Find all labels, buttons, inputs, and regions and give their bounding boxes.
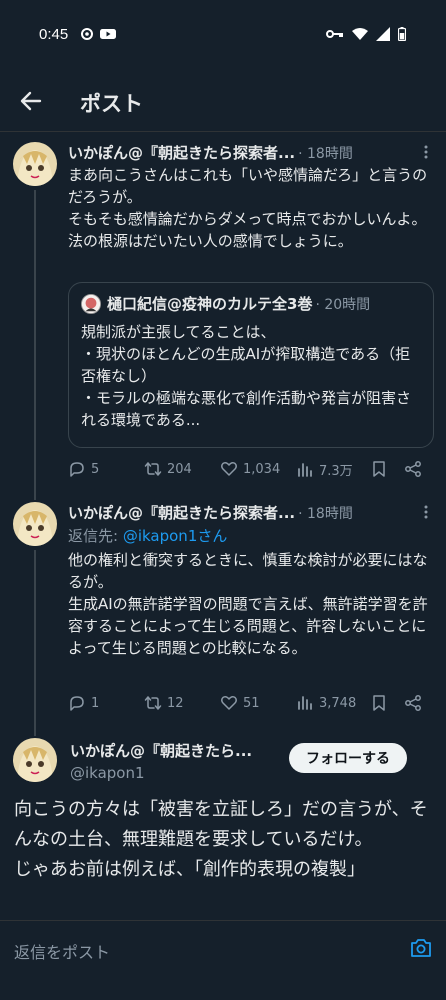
like-count: 1,034 xyxy=(243,461,281,477)
signal-icon xyxy=(376,27,390,41)
view-count: 7.3万 xyxy=(319,464,353,479)
thread-connector xyxy=(34,550,36,724)
share-icon xyxy=(405,695,421,711)
page-title: ポスト xyxy=(80,92,143,116)
key-icon xyxy=(326,30,343,38)
quote-time: · 20時間 xyxy=(315,296,371,313)
replying-to: 返信先: @ikapon1さん xyxy=(68,525,227,546)
repost-count: 12 xyxy=(167,695,184,711)
bookmark-icon xyxy=(373,695,385,711)
main-tweet: いかぽん@『朝起きたら... @ikapon1 フォローする 向こうの方々は「被… xyxy=(0,724,446,920)
views-button[interactable]: 7.3万 xyxy=(296,460,353,479)
like-button[interactable]: 51 xyxy=(220,694,260,712)
quote-tweet-card[interactable]: 樋口紀信@疫神のカルテ全3巻 · 20時間 規制派が主張してることは、 ・現状の… xyxy=(68,282,434,448)
view-count: 3,748 xyxy=(319,695,357,711)
tweet-header: いかぽん@『朝起きたら... xyxy=(70,740,276,761)
avatar-image xyxy=(13,502,57,546)
thread-connector xyxy=(34,190,36,492)
avatar-image xyxy=(13,738,57,782)
avatar-image xyxy=(13,142,57,186)
tweet-header: いかぽん@『朝起きたら探索者... · 18時間 xyxy=(68,142,432,163)
user-handle[interactable]: @ikapon1 xyxy=(70,764,145,782)
thread-tweet-2[interactable]: いかぽん@『朝起きたら探索者... · 18時間 返信先: @ikapon1さん… xyxy=(0,492,446,724)
avatar[interactable] xyxy=(13,142,57,186)
quote-avatar xyxy=(81,293,101,314)
reply-icon xyxy=(70,696,84,711)
threads-icon xyxy=(81,28,93,40)
reply-prefix: 返信先: xyxy=(68,527,123,545)
share-button[interactable] xyxy=(404,460,422,478)
tweet-actions: 1 12 51 3,748 xyxy=(68,694,428,716)
status-bar: 0:45 xyxy=(0,0,446,70)
reply-composer-bar[interactable]: 返信をポスト xyxy=(0,920,446,978)
battery-icon xyxy=(398,27,406,41)
tweet-header: いかぽん@『朝起きたら探索者... · 18時間 xyxy=(68,502,432,523)
thread-connector-top xyxy=(34,492,36,500)
wifi-icon xyxy=(352,28,368,40)
views-icon xyxy=(298,462,312,477)
quote-display-name: 樋口紀信@疫神のカルテ全3巻 xyxy=(107,295,313,313)
status-time: 0:45 xyxy=(39,26,69,43)
follow-button[interactable]: フォローする xyxy=(289,743,407,773)
display-name[interactable]: いかぽん@『朝起きたら探索者... xyxy=(68,142,295,163)
tweet-text: 他の権利と衝突するときに、慎重な検討が必要にはなるが。 生成AIの無許諾学習の問… xyxy=(68,551,428,657)
tweet-time[interactable]: · 18時間 xyxy=(298,503,353,523)
main-tweet-text: 向こうの方々は「被害を立証しろ」だの言うが、そんなの土台、無理難題を要求している… xyxy=(14,799,428,880)
like-icon xyxy=(221,696,237,710)
display-name[interactable]: いかぽん@『朝起きたら探索者... xyxy=(68,502,295,523)
camera-icon[interactable] xyxy=(410,937,432,959)
share-icon xyxy=(405,461,421,477)
views-button[interactable]: 3,748 xyxy=(296,694,356,712)
reply-handle-link[interactable]: @ikapon1さん xyxy=(123,527,228,545)
bookmark-button[interactable] xyxy=(370,694,388,712)
repost-icon xyxy=(144,462,162,476)
repost-button[interactable]: 12 xyxy=(144,694,184,712)
tweet-time[interactable]: · 18時間 xyxy=(298,143,353,163)
tweet-actions: 5 204 1,034 7.3万 xyxy=(68,460,428,482)
avatar[interactable] xyxy=(13,738,57,782)
thread-tweet-1[interactable]: いかぽん@『朝起きたら探索者... · 18時間 まあ向こうさんはこれも「いや感… xyxy=(0,132,446,492)
avatar[interactable] xyxy=(13,502,57,546)
quote-text: 規制派が主張してることは、 ・現状のほとんどの生成AIが搾取構造である（拒否権な… xyxy=(81,323,412,429)
reply-count: 1 xyxy=(91,695,100,711)
like-count: 51 xyxy=(243,695,260,711)
thread-connector-top xyxy=(34,724,36,736)
back-arrow-icon[interactable] xyxy=(18,88,44,114)
reply-input[interactable]: 返信をポスト xyxy=(14,939,110,963)
more-vertical-icon[interactable] xyxy=(418,504,434,520)
like-icon xyxy=(221,462,237,476)
views-icon xyxy=(298,696,312,710)
status-right-icons xyxy=(326,27,406,41)
like-button[interactable]: 1,034 xyxy=(220,460,280,478)
more-vertical-icon[interactable] xyxy=(418,144,434,160)
youtube-icon xyxy=(100,29,116,39)
repost-count: 204 xyxy=(167,461,192,477)
bookmark-button[interactable] xyxy=(370,460,388,478)
reply-button[interactable]: 5 xyxy=(68,460,99,478)
display-name[interactable]: いかぽん@『朝起きたら... xyxy=(70,740,252,761)
reply-count: 5 xyxy=(91,461,100,477)
repost-button[interactable]: 204 xyxy=(144,460,192,478)
reply-icon xyxy=(70,462,84,477)
tweet-text: まあ向こうさんはこれも「いや感情論だろ」と言うのだろうが。 そもそも感情論だから… xyxy=(68,166,428,250)
share-button[interactable] xyxy=(404,694,422,712)
bookmark-icon xyxy=(373,461,385,477)
page-header: ポスト xyxy=(0,70,446,132)
reply-button[interactable]: 1 xyxy=(68,694,99,712)
quote-header: 樋口紀信@疫神のカルテ全3巻 · 20時間 xyxy=(81,293,370,314)
repost-icon xyxy=(144,696,162,710)
status-left-icons xyxy=(80,27,116,41)
